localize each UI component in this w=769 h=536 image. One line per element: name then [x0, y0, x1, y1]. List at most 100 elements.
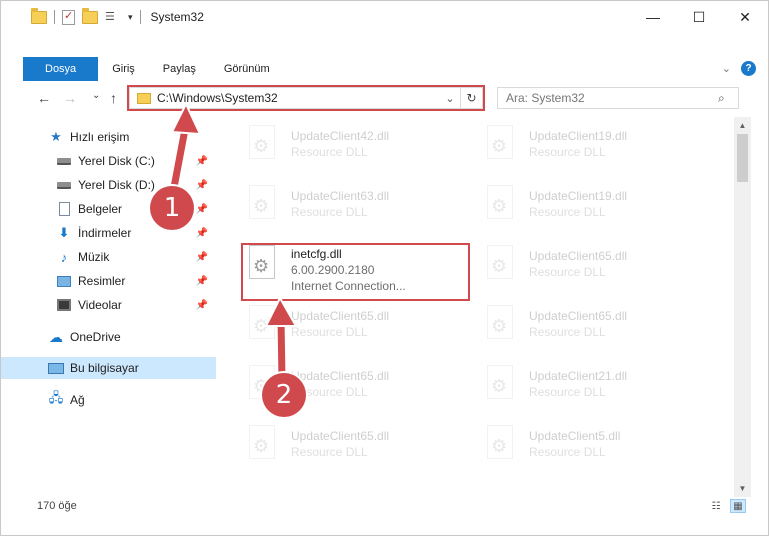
file-name: UpdateClient42.dll — [291, 129, 390, 143]
sidebar-item-label: Videolar — [78, 298, 122, 312]
minimize-button[interactable]: — — [630, 1, 676, 33]
sidebar-item-network[interactable]: 🖧 Ağ — [1, 389, 216, 411]
sidebar-item-label: Hızlı erişim — [70, 130, 130, 144]
music-icon: ♪ — [60, 249, 68, 265]
search-icon[interactable]: ⌕ — [718, 91, 738, 106]
sidebar-item-label: İndirmeler — [78, 226, 132, 240]
pin-icon[interactable]: 📌 — [196, 180, 208, 191]
sidebar-item-pictures[interactable]: Resimler 📌 — [1, 270, 216, 292]
file-name: UpdateClient63.dll — [291, 189, 390, 203]
scroll-up-arrow-icon[interactable]: ▲ — [734, 117, 751, 134]
network-icon: 🖧 — [48, 390, 64, 405]
toolbar-dropdown-icon[interactable]: ▾ — [128, 12, 133, 23]
sidebar-item-local-disk-c[interactable]: Yerel Disk (C:) 📌 — [1, 150, 216, 172]
tab-view[interactable]: Görünüm — [210, 57, 284, 81]
file-description: Resource DLL — [529, 205, 606, 219]
file-description: Resource DLL — [529, 385, 606, 399]
file-item[interactable]: ⚙ UpdateClient63.dll Resource DLL — [243, 181, 473, 237]
sidebar-item-label: OneDrive — [70, 330, 121, 344]
file-description: Resource DLL — [291, 145, 368, 159]
recent-locations-button[interactable]: ⌄ — [92, 90, 100, 101]
dll-file-icon: ⚙ — [481, 245, 517, 289]
pin-icon[interactable]: 📌 — [196, 252, 208, 263]
address-highlight-box — [127, 85, 485, 111]
properties-icon[interactable] — [62, 9, 75, 25]
ribbon-tabs: Dosya Giriş Paylaş Görünüm — [1, 57, 284, 81]
drive-icon — [56, 178, 72, 192]
videos-icon — [56, 298, 72, 312]
file-name: UpdateClient65.dll — [291, 309, 390, 323]
scroll-thumb[interactable] — [737, 134, 748, 182]
tab-share[interactable]: Paylaş — [149, 57, 210, 81]
file-name: UpdateClient65.dll — [529, 309, 628, 323]
sidebar-item-label: Belgeler — [78, 202, 123, 216]
file-item[interactable]: ⚙ UpdateClient65.dll Resource DLL — [481, 301, 711, 357]
maximize-button[interactable]: ☐ — [676, 1, 722, 33]
file-name: UpdateClient19.dll — [529, 129, 628, 143]
file-item[interactable]: ⚙ UpdateClient19.dll Resource DLL — [481, 181, 711, 237]
back-button[interactable]: ← — [37, 90, 51, 106]
details-view-icon[interactable]: ☷ — [708, 499, 724, 513]
file-explorer-window: ☰ ▾ System32 — ☐ ✕ Dosya Giriş Paylaş Gö… — [0, 0, 769, 536]
file-item[interactable]: ⚙ UpdateClient65.dll Resource DLL — [243, 301, 473, 357]
tab-home[interactable]: Giriş — [98, 57, 149, 81]
dll-file-icon: ⚙ — [481, 305, 517, 349]
close-button[interactable]: ✕ — [722, 1, 768, 33]
view-switcher: ☷ ▦ — [708, 499, 746, 513]
search-input[interactable]: Ara: System32 — [506, 91, 718, 105]
file-item[interactable]: ⚙ UpdateClient65.dll Resource DLL — [243, 421, 473, 477]
file-name: UpdateClient65.dll — [529, 249, 628, 263]
toolbar-separator — [139, 10, 141, 24]
search-box[interactable]: Ara: System32 ⌕ — [497, 87, 739, 109]
pin-icon[interactable]: 📌 — [196, 300, 208, 311]
dll-file-icon: ⚙ — [243, 425, 279, 469]
tab-file[interactable]: Dosya — [23, 57, 99, 81]
file-name: UpdateClient65.dll — [291, 369, 390, 383]
dll-file-icon: ⚙ — [481, 365, 517, 409]
file-item[interactable]: ⚙ UpdateClient65.dll Resource DLL — [481, 241, 711, 297]
file-item[interactable]: ⚙ UpdateClient42.dll Resource DLL — [243, 121, 473, 177]
file-highlight-box — [241, 243, 470, 301]
sidebar-item-label: Yerel Disk (D:) — [78, 178, 155, 192]
file-name: UpdateClient65.dll — [291, 429, 390, 443]
file-description: Resource DLL — [529, 445, 606, 459]
sidebar-item-quick-access[interactable]: ★ Hızlı erişim — [1, 126, 216, 148]
scroll-down-arrow-icon[interactable]: ▼ — [734, 480, 751, 497]
sidebar-item-onedrive[interactable]: ☁ OneDrive — [1, 326, 216, 348]
dll-file-icon: ⚙ — [243, 305, 279, 349]
expand-ribbon-icon[interactable]: ⌄ — [722, 62, 731, 75]
sidebar-item-label: Yerel Disk (C:) — [78, 154, 155, 168]
sidebar-item-label: Resimler — [78, 274, 126, 288]
pin-icon[interactable]: 📌 — [196, 276, 208, 287]
pin-icon[interactable]: 📌 — [196, 204, 208, 215]
this-pc-icon — [48, 361, 64, 375]
file-item[interactable]: ⚙ UpdateClient5.dll Resource DLL — [481, 421, 711, 477]
sidebar-item-label: Ağ — [70, 393, 85, 407]
forward-button[interactable]: → — [63, 90, 77, 106]
navigation-pane: ★ Hızlı erişim Yerel Disk (C:) 📌 Yerel D… — [1, 121, 216, 491]
sidebar-item-this-pc[interactable]: Bu bilgisayar — [1, 357, 216, 379]
pin-icon[interactable]: 📌 — [196, 156, 208, 167]
new-folder-icon[interactable] — [82, 7, 98, 24]
callout-badge-2: 2 — [262, 373, 306, 417]
up-button[interactable]: ↑ — [110, 90, 117, 106]
callout-badge-1: 1 — [150, 186, 194, 230]
file-item[interactable]: ⚙ UpdateClient19.dll Resource DLL — [481, 121, 711, 177]
customize-toolbar-icon[interactable]: ☰ — [105, 11, 121, 24]
sidebar-item-music[interactable]: ♪ Müzik 📌 — [1, 246, 216, 268]
help-icon[interactable]: ? — [741, 61, 756, 76]
file-name: UpdateClient21.dll — [529, 369, 628, 383]
file-description: Resource DLL — [529, 265, 606, 279]
quick-access-icon: ★ — [50, 129, 62, 144]
file-description: Resource DLL — [291, 205, 368, 219]
dll-file-icon: ⚙ — [481, 425, 517, 469]
sidebar-item-videos[interactable]: Videolar 📌 — [1, 294, 216, 316]
title-bar: ☰ ▾ System32 — ☐ ✕ — [1, 1, 768, 33]
drive-icon — [56, 154, 72, 168]
pin-icon[interactable]: 📌 — [196, 228, 208, 239]
dll-file-icon: ⚙ — [481, 125, 517, 169]
file-item[interactable]: ⚙ UpdateClient21.dll Resource DLL — [481, 361, 711, 417]
vertical-scrollbar[interactable]: ▲ ▼ — [734, 117, 751, 497]
tiles-view-icon[interactable]: ▦ — [730, 499, 746, 513]
dll-file-icon: ⚙ — [481, 185, 517, 229]
